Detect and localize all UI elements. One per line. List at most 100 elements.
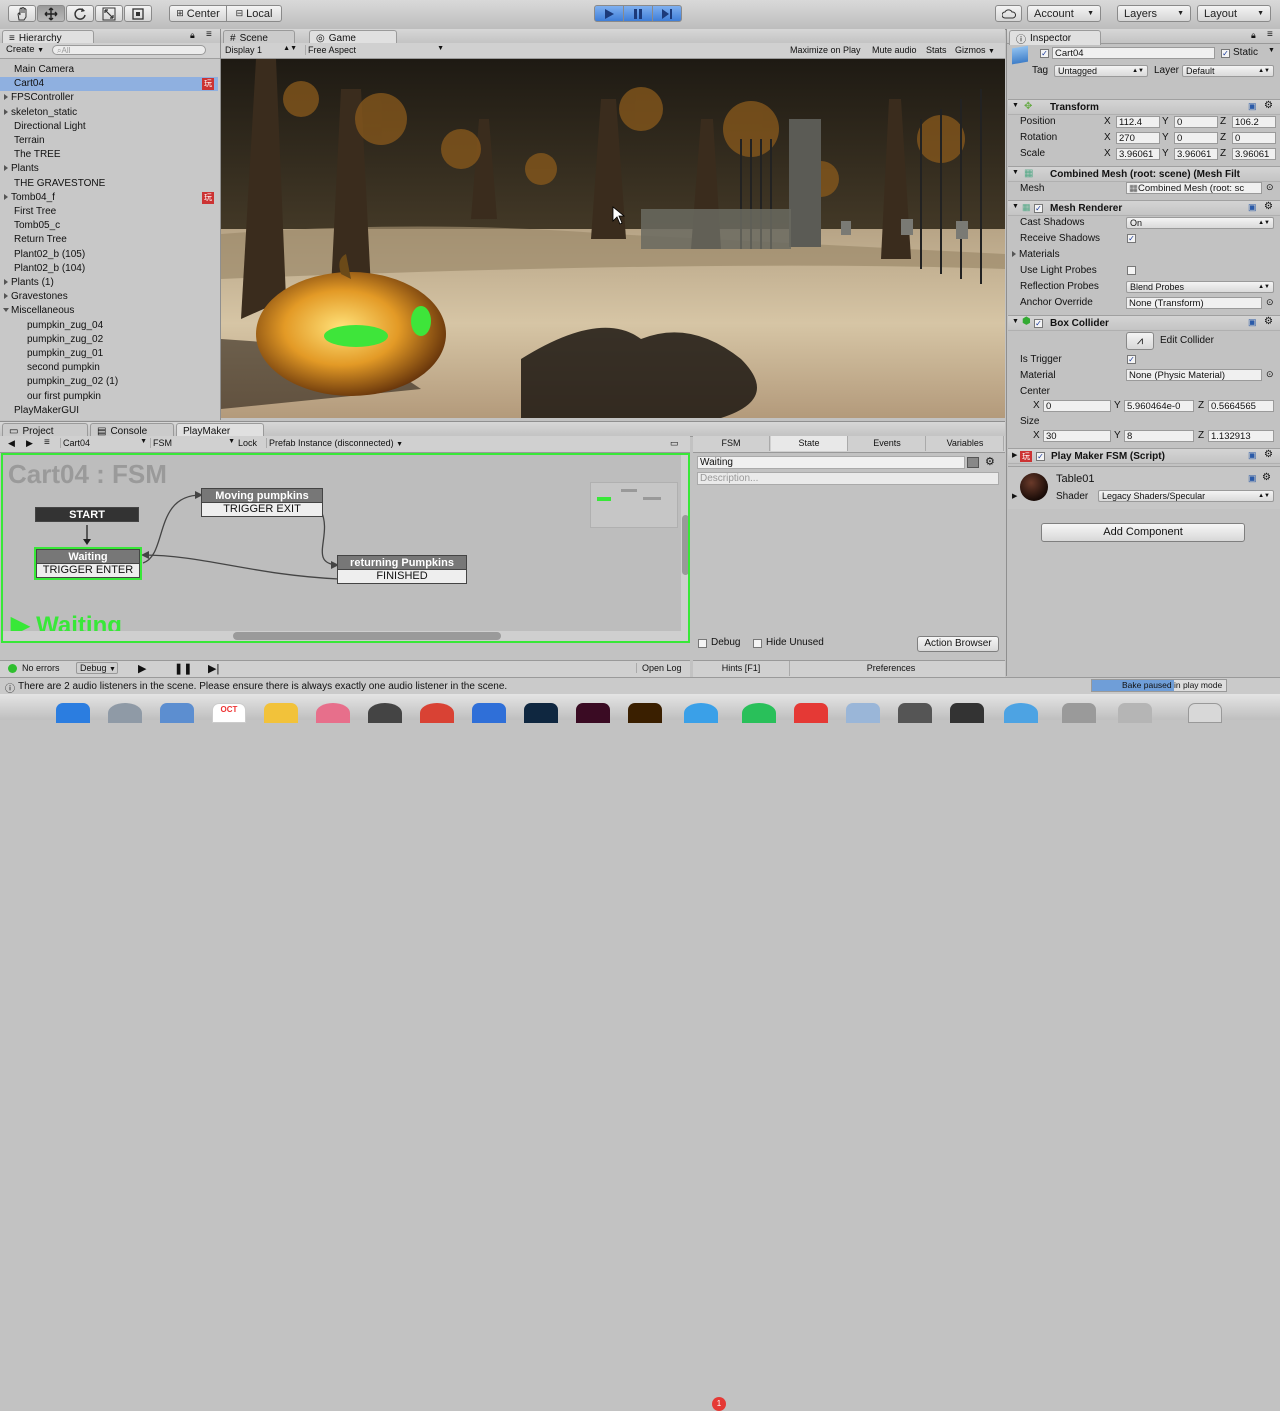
hierarchy-item[interactable]: Miscellaneous bbox=[0, 304, 218, 318]
component-settings-gear-icon[interactable]: ⚙ bbox=[1264, 449, 1273, 460]
fsm-state-moving-pumpkins[interactable]: Moving pumpkins TRIGGER EXIT bbox=[201, 488, 323, 517]
hierarchy-item[interactable]: Plant02_b (104) bbox=[0, 262, 218, 276]
hierarchy-item[interactable]: pumpkin_zug_01 bbox=[0, 347, 218, 361]
cast-shadows-dropdown[interactable]: On ▲▼ bbox=[1126, 217, 1274, 229]
display-dropdown[interactable]: Display 1 ▲▼ bbox=[225, 45, 297, 55]
x-axis-label[interactable]: X bbox=[1033, 430, 1040, 441]
collider-size-y-input[interactable]: 8 bbox=[1124, 430, 1194, 442]
tab-inspector[interactable]: ⓘ Inspector bbox=[1009, 30, 1101, 46]
layout-dropdown[interactable]: Layout ▼ bbox=[1197, 5, 1271, 22]
collider-size-z-input[interactable]: 1.132913 bbox=[1208, 430, 1274, 442]
mesh-renderer-enabled-checkbox[interactable]: ✓ bbox=[1034, 204, 1043, 213]
hide-unused-checkbox[interactable] bbox=[753, 639, 762, 648]
mute-audio-toggle[interactable]: Mute audio bbox=[872, 45, 917, 55]
scale-y-input[interactable]: 3.96061 bbox=[1174, 148, 1218, 160]
hierarchy-item[interactable]: Terrain bbox=[0, 134, 218, 148]
component-settings-gear-icon[interactable]: ⚙ bbox=[1264, 100, 1273, 111]
aspect-dropdown[interactable]: Free Aspect ▼ bbox=[305, 45, 444, 55]
box-collider-enabled-checkbox[interactable]: ✓ bbox=[1034, 319, 1043, 328]
object-picker-icon[interactable]: ⊙ bbox=[1266, 369, 1274, 380]
playmaker-fsm-component-header[interactable]: ▶ 玩 ✓ Play Maker FSM (Script) ▣ ⚙ bbox=[1008, 448, 1280, 464]
acrobat-icon[interactable] bbox=[794, 703, 828, 723]
playmaker-fsm-enabled-checkbox[interactable]: ✓ bbox=[1036, 452, 1045, 461]
z-axis-label[interactable]: Z bbox=[1220, 132, 1226, 143]
launchpad-icon[interactable] bbox=[108, 703, 142, 723]
panel-menu-icon[interactable]: ≡ bbox=[1267, 29, 1273, 40]
scrollbar-thumb[interactable] bbox=[233, 632, 501, 640]
foldout-arrow-icon[interactable] bbox=[4, 108, 8, 115]
foldout-arrow-icon[interactable]: ▼ bbox=[1012, 203, 1019, 210]
chrome-icon[interactable] bbox=[420, 703, 454, 723]
x-axis-label[interactable]: X bbox=[1104, 132, 1111, 143]
stats-toggle[interactable]: Stats bbox=[926, 45, 947, 55]
photos-icon[interactable] bbox=[316, 703, 350, 723]
is-trigger-checkbox[interactable]: ✓ bbox=[1127, 355, 1136, 364]
folder-stack-icon[interactable] bbox=[1062, 703, 1096, 723]
hierarchy-item[interactable]: Plant02_b (105) bbox=[0, 248, 218, 262]
foldout-arrow-icon[interactable]: ▶ bbox=[1012, 492, 1017, 500]
fsm-tab-variables[interactable]: Variables bbox=[927, 436, 1004, 451]
unity-app-icon[interactable] bbox=[368, 703, 402, 723]
gizmos-dropdown[interactable]: Gizmos ▼ bbox=[955, 45, 995, 55]
active-checkbox[interactable]: ✓ bbox=[1040, 49, 1049, 58]
hierarchy-item[interactable]: The TREE bbox=[0, 148, 218, 162]
rotate-tool-button[interactable] bbox=[66, 5, 94, 22]
component-settings-gear-icon[interactable]: ⚙ bbox=[1264, 316, 1273, 327]
messages-icon[interactable] bbox=[684, 703, 718, 723]
create-dropdown[interactable]: Create ▼ bbox=[6, 44, 44, 55]
playmaker-badge-icon[interactable]: 玩 bbox=[202, 78, 214, 91]
help-book-icon[interactable]: ▣ bbox=[1248, 202, 1257, 213]
foldout-arrow-icon[interactable] bbox=[4, 94, 8, 101]
help-book-icon[interactable]: ▣ bbox=[1248, 317, 1257, 328]
account-dropdown[interactable]: Account ▼ bbox=[1027, 5, 1101, 22]
finder-icon[interactable] bbox=[56, 703, 90, 723]
collider-center-y-input[interactable]: 5.960464e-0 bbox=[1124, 400, 1194, 412]
hierarchy-item[interactable]: Plants (1) bbox=[0, 276, 218, 290]
rotation-z-input[interactable]: 0 bbox=[1232, 132, 1276, 144]
mesh-filter-component-header[interactable]: ▼ ▦ Combined Mesh (root: scene) (Mesh Fi… bbox=[1008, 166, 1280, 182]
debug-mode-dropdown[interactable]: Debug ▼ bbox=[76, 662, 118, 674]
foldout-arrow-icon[interactable] bbox=[4, 279, 8, 285]
x-axis-label[interactable]: X bbox=[1104, 148, 1111, 159]
object-picker-icon[interactable]: ⊙ bbox=[1266, 182, 1274, 193]
debug-pause-icon[interactable]: ❚❚ bbox=[174, 662, 192, 675]
rotation-x-input[interactable]: 270 bbox=[1116, 132, 1160, 144]
collider-size-x-input[interactable]: 30 bbox=[1043, 430, 1111, 442]
word-icon[interactable] bbox=[472, 703, 506, 723]
hierarchy-item[interactable]: First Tree bbox=[0, 205, 218, 219]
hierarchy-item[interactable]: Tomb05_c bbox=[0, 219, 218, 233]
material-settings-gear-icon[interactable]: ⚙ bbox=[1262, 472, 1271, 483]
help-book-icon[interactable]: ▣ bbox=[1248, 450, 1257, 461]
fsm-list-icon[interactable]: ≡ bbox=[44, 437, 50, 448]
hints-button[interactable]: Hints [F1] bbox=[693, 661, 790, 676]
x-axis-label[interactable]: X bbox=[1033, 400, 1040, 411]
component-settings-gear-icon[interactable]: ⚙ bbox=[1264, 201, 1273, 212]
object-name-input[interactable]: Cart04 bbox=[1052, 47, 1215, 59]
hierarchy-item[interactable]: Tomb04_f 玩 bbox=[0, 191, 218, 205]
state-color-swatch[interactable] bbox=[967, 457, 979, 468]
mesh-object-field[interactable]: ▦Combined Mesh (root: sc bbox=[1126, 182, 1262, 194]
collider-center-z-input[interactable]: 0.5664565 bbox=[1208, 400, 1274, 412]
lock-icon[interactable]: 🔒︎ bbox=[190, 30, 195, 41]
position-z-input[interactable]: 106.2 bbox=[1232, 116, 1276, 128]
pivot-local-button[interactable]: ⊟ Local bbox=[226, 5, 282, 22]
y-axis-label[interactable]: Y bbox=[1162, 132, 1169, 143]
fsm-tab-fsm[interactable]: FSM bbox=[693, 436, 770, 451]
move-tool-button[interactable] bbox=[37, 5, 65, 22]
position-y-input[interactable]: 0 bbox=[1174, 116, 1218, 128]
hierarchy-item[interactable]: pumpkin_zug_02 (1) bbox=[0, 375, 218, 389]
debug-checkbox[interactable] bbox=[698, 639, 707, 648]
hierarchy-item[interactable]: Cart04 玩 bbox=[0, 77, 218, 92]
playmaker-badge-icon[interactable]: 玩 bbox=[202, 191, 214, 204]
scale-x-input[interactable]: 3.96061 bbox=[1116, 148, 1160, 160]
gameobject-select-dropdown[interactable]: Cart04 ▼ bbox=[60, 438, 147, 448]
hierarchy-item[interactable]: THE GRAVESTONE bbox=[0, 177, 218, 191]
fsm-minimap[interactable] bbox=[590, 482, 678, 528]
mail-icon[interactable] bbox=[160, 703, 194, 723]
fsm-tab-events[interactable]: Events bbox=[849, 436, 926, 451]
hierarchy-item[interactable]: FPSController bbox=[0, 91, 218, 105]
photoshop-icon[interactable] bbox=[524, 703, 558, 723]
notes-icon[interactable] bbox=[264, 703, 298, 723]
help-book-icon[interactable]: ▣ bbox=[1248, 473, 1257, 484]
anchor-override-field[interactable]: None (Transform) bbox=[1126, 297, 1262, 309]
